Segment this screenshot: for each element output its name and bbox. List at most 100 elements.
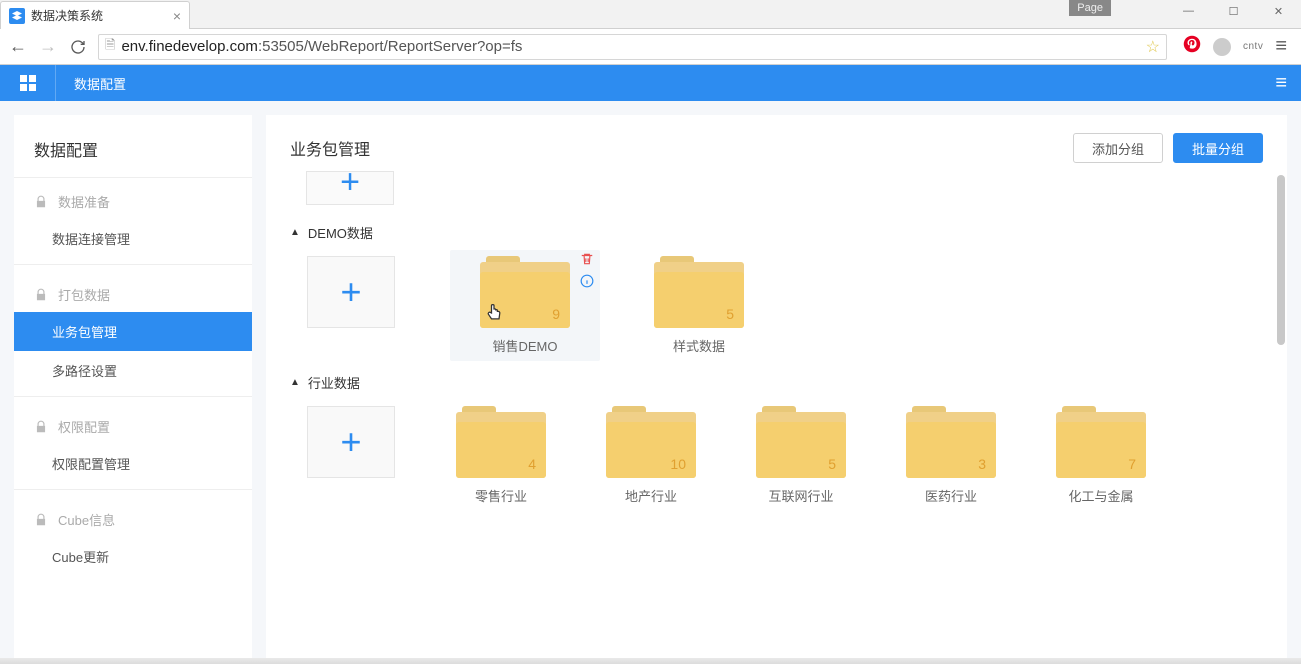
add-group-button[interactable]: 添加分组 <box>1073 133 1163 163</box>
folder-label: 互联网行业 <box>768 486 833 505</box>
sidebar-group-pack: 打包数据 <box>14 271 252 312</box>
window-close-icon[interactable]: ✕ <box>1256 0 1301 22</box>
folder-count: 9 <box>552 306 560 322</box>
folder-count: 3 <box>978 456 986 472</box>
lock-icon <box>34 513 48 527</box>
folder-count: 5 <box>828 456 836 472</box>
info-icon[interactable] <box>580 274 594 291</box>
folder-icon: 10 <box>606 406 696 478</box>
extension-icon[interactable] <box>1213 38 1231 56</box>
group-header[interactable]: ▲ 行业数据 <box>290 367 1263 398</box>
content-header: 业务包管理 添加分组 批量分组 <box>290 133 1263 163</box>
sidebar-group-label: 打包数据 <box>58 285 110 304</box>
folder-count: 10 <box>670 456 686 472</box>
status-bar <box>0 658 1301 664</box>
add-package-tile[interactable]: + <box>306 256 396 355</box>
app-menu-icon[interactable]: ≡ <box>1261 72 1301 95</box>
group-grid: + 4 零售行业 10 地产行业 5 互联网行业 <box>290 398 1263 509</box>
group-name: 行业数据 <box>308 373 360 392</box>
pinterest-icon[interactable] <box>1183 35 1201 58</box>
group-grid: + 9 销售DEMO <box>290 248 1263 359</box>
favicon-icon <box>9 8 25 24</box>
lock-icon <box>34 195 48 209</box>
delete-icon[interactable] <box>580 252 594 269</box>
folder-tile-style-data[interactable]: 5 样式数据 <box>654 256 744 355</box>
folder-label: 样式数据 <box>673 336 725 355</box>
url-text: env.finedevelop.com:53505/WebReport/Repo… <box>121 38 522 55</box>
add-tile-partial[interactable]: + <box>306 171 394 205</box>
sidebar-item-package-manage[interactable]: 业务包管理 <box>14 312 252 351</box>
window-controls: — ☐ ✕ <box>1166 0 1301 22</box>
sidebar-title: 数据配置 <box>14 115 252 178</box>
folder-icon: 7 <box>1056 406 1146 478</box>
folder-label: 医药行业 <box>925 486 977 505</box>
sidebar-group-label: Cube信息 <box>58 510 115 529</box>
reload-icon[interactable] <box>68 37 88 57</box>
folder-tile-chemical[interactable]: 7 化工与金属 <box>1056 406 1146 505</box>
sidebar-group-label: 权限配置 <box>58 417 110 436</box>
tab-title: 数据决策系统 <box>31 7 173 24</box>
folder-label: 化工与金属 <box>1068 486 1133 505</box>
browser-tab[interactable]: 数据决策系统 × <box>0 1 190 29</box>
sidebar-group-cube: Cube信息 <box>14 496 252 537</box>
address-bar[interactable]: 🗎 env.finedevelop.com:53505/WebReport/Re… <box>98 34 1167 60</box>
browser-menu-icon[interactable]: ≡ <box>1275 35 1287 58</box>
plus-icon: + <box>340 271 361 313</box>
folder-count: 4 <box>528 456 536 472</box>
folder-label: 地产行业 <box>625 486 677 505</box>
plus-icon: + <box>340 421 361 463</box>
folder-label: 销售DEMO <box>492 336 557 355</box>
nav-forward-icon[interactable]: → <box>38 37 58 57</box>
content-panel: 业务包管理 添加分组 批量分组 + ▲ DEMO数据 + <box>266 115 1287 658</box>
add-package-tile[interactable]: + <box>306 406 396 505</box>
folder-tile-sales-demo[interactable]: 9 销售DEMO <box>450 250 600 361</box>
bookmark-star-icon[interactable]: ☆ <box>1146 37 1160 57</box>
folder-label: 零售行业 <box>475 486 527 505</box>
sidebar-group-data-prep: 数据准备 <box>14 178 252 219</box>
app-header: 数据配置 ≡ <box>0 65 1301 101</box>
workspace: 数据配置 数据准备 数据连接管理 打包数据 业务包管理 多路径设置 权限配置 权… <box>0 101 1301 658</box>
folder-icon: 9 <box>480 256 570 328</box>
url-path: /WebReport/ReportServer?op=fs <box>304 38 523 55</box>
window-minimize-icon[interactable]: — <box>1166 0 1211 22</box>
group-industry-data: ▲ 行业数据 + 4 零售行业 10 地产行业 <box>290 367 1263 509</box>
folder-icon: 5 <box>756 406 846 478</box>
breadcrumb-section[interactable]: 数据配置 <box>56 74 144 93</box>
nav-back-icon[interactable]: ← <box>8 37 28 57</box>
page-title: 业务包管理 <box>290 136 370 160</box>
sidebar-item-permission-manage[interactable]: 权限配置管理 <box>14 444 252 483</box>
folder-tile-internet[interactable]: 5 互联网行业 <box>756 406 846 505</box>
sidebar-item-connection[interactable]: 数据连接管理 <box>14 219 252 258</box>
caret-down-icon: ▲ <box>290 377 300 388</box>
divider <box>14 489 252 490</box>
divider <box>14 264 252 265</box>
page-label: Page <box>1069 0 1111 16</box>
app-home-button[interactable] <box>0 65 56 101</box>
sidebar-item-multipath[interactable]: 多路径设置 <box>14 351 252 390</box>
caret-down-icon: ▲ <box>290 227 300 238</box>
plus-icon: + <box>340 172 360 192</box>
lock-icon <box>34 288 48 302</box>
scrollbar[interactable] <box>1277 175 1285 345</box>
cntv-label[interactable]: cntv <box>1243 41 1263 52</box>
folder-icon: 4 <box>456 406 546 478</box>
group-name: DEMO数据 <box>308 223 373 242</box>
folder-tile-pharma[interactable]: 3 医药行业 <box>906 406 996 505</box>
lock-icon <box>34 420 48 434</box>
folder-icon: 3 <box>906 406 996 478</box>
divider <box>14 396 252 397</box>
folder-tile-realestate[interactable]: 10 地产行业 <box>606 406 696 505</box>
batch-group-button[interactable]: 批量分组 <box>1173 133 1263 163</box>
browser-extensions: cntv ≡ <box>1177 35 1293 58</box>
page-icon: 🗎 <box>105 36 115 58</box>
folder-count: 5 <box>726 306 734 322</box>
sidebar: 数据配置 数据准备 数据连接管理 打包数据 业务包管理 多路径设置 权限配置 权… <box>14 115 252 658</box>
url-host: env.finedevelop.com <box>121 38 257 55</box>
folder-tile-retail[interactable]: 4 零售行业 <box>456 406 546 505</box>
apps-grid-icon <box>20 75 36 91</box>
browser-toolbar: ← → 🗎 env.finedevelop.com:53505/WebRepor… <box>0 29 1301 65</box>
window-maximize-icon[interactable]: ☐ <box>1211 0 1256 22</box>
sidebar-item-cube-update[interactable]: Cube更新 <box>14 537 252 576</box>
tab-close-icon[interactable]: × <box>173 8 181 24</box>
group-header[interactable]: ▲ DEMO数据 <box>290 217 1263 248</box>
